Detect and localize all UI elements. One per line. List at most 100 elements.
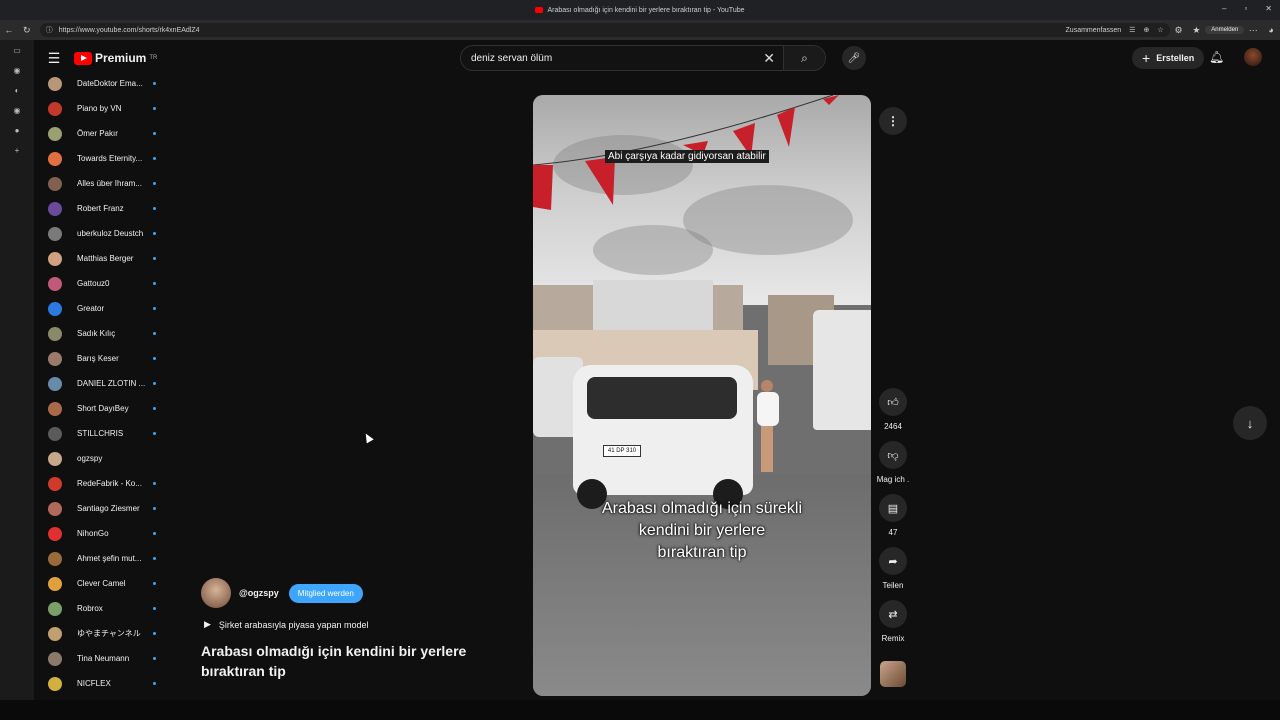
search-icon: ⌕ <box>801 50 808 65</box>
shorts-player[interactable]: 41 DP 310 Abi çarşıya kadar gidiyorsan a… <box>533 95 871 696</box>
sidebar-item-label: Barış Keser <box>77 354 119 363</box>
sidebar-item[interactable]: Piano by VN <box>34 96 164 121</box>
sidebar-item-label: Greator <box>77 304 105 313</box>
comment-action: ▤ 47 <box>879 494 907 537</box>
sidebar-item[interactable]: STILLCHRIS <box>34 421 164 446</box>
sidebar-item[interactable]: NihonGo <box>34 521 164 546</box>
sidebar-item-label: Gattouz0 <box>77 279 110 288</box>
sidebar-item[interactable]: Robrox <box>34 596 164 621</box>
sidebar-item[interactable]: Santiago Ziesmer <box>34 496 164 521</box>
sidebar-item[interactable]: ゆやまチャンネル <box>34 621 164 646</box>
favorites-bar-icon[interactable]: ★ <box>1187 25 1205 36</box>
audio-icon[interactable]: ◐ <box>11 84 23 96</box>
more-options-button[interactable]: ⋮ <box>879 107 907 135</box>
channel-avatar[interactable] <box>201 578 231 608</box>
sidebar-item[interactable]: NICFLEX <box>34 671 164 696</box>
extensions-icon[interactable]: ⚙ <box>1170 25 1188 36</box>
sidebar-item-label: Tina Neumann <box>77 654 130 663</box>
video-title: Arabası olmadığı için kendini bir yerler… <box>201 643 467 679</box>
channel-avatar <box>48 201 62 216</box>
channel-avatar <box>48 476 62 491</box>
sidebar-item-label: Towards Eternity... <box>77 154 143 163</box>
channel-handle[interactable]: @ogzspy <box>239 588 279 598</box>
back-icon[interactable]: ← <box>0 25 18 35</box>
copilot-icon[interactable]: ◕ <box>1262 25 1280 35</box>
sidebar-item[interactable]: Barış Keser <box>34 346 164 371</box>
sound-thumbnail[interactable] <box>880 661 906 687</box>
zoom-icon[interactable]: ⊕ <box>1143 26 1149 34</box>
next-short-button[interactable]: ↓ <box>1233 406 1267 440</box>
sidebar-item[interactable]: Ömer Pakır <box>34 121 164 146</box>
caption-top: Abi çarşıya kadar gidiyorsan atabilir <box>605 150 769 163</box>
record-icon[interactable]: ◉ <box>11 64 23 76</box>
sidebar-item[interactable]: Ahmet şefin mut... <box>34 546 164 571</box>
like-button[interactable]: 👍︎ <box>879 388 907 416</box>
sidebar-item[interactable]: Alles über Ihram... <box>34 171 164 196</box>
maximize-icon[interactable]: ▫ <box>1244 4 1247 13</box>
create-button[interactable]: + Erstellen <box>1132 47 1205 69</box>
sidebar-item[interactable]: Robert Franz <box>34 196 164 221</box>
add-icon[interactable]: + <box>11 144 23 156</box>
record-icon-2[interactable]: ◉ <box>11 104 23 116</box>
sidebar-item-label: ゆやまチャンネル <box>77 629 141 638</box>
sidebar-item-label: Short DayıBey <box>77 404 129 413</box>
sidebar-item-label: RedeFabrik - Ko... <box>77 479 142 488</box>
site-info-icon[interactable]: ⓘ <box>46 25 53 35</box>
thumb-up-icon: 👍︎ <box>887 396 899 409</box>
like-count: 2464 <box>884 422 902 431</box>
person <box>755 380 783 475</box>
new-content-dot <box>153 657 156 660</box>
caption-main: Arabası olmadığı için sürekli kendini bi… <box>601 500 803 561</box>
sidebar-item[interactable]: DANIEL ZLOTIN ... <box>34 371 164 396</box>
channel-avatar <box>48 401 62 416</box>
sound-row[interactable]: ▶ Şirket arabasıyla piyasa yapan model <box>204 619 369 630</box>
clear-search-icon[interactable]: ✕ <box>763 50 775 67</box>
sidebar-item[interactable]: Tina Neumann <box>34 646 164 671</box>
tabs-icon[interactable]: ▭ <box>11 44 23 56</box>
sidebar-item[interactable]: Clever Camel <box>34 571 164 596</box>
reload-icon[interactable]: ↻ <box>18 25 36 36</box>
new-content-dot <box>153 207 156 210</box>
comment-count: 47 <box>888 528 898 537</box>
account-avatar[interactable] <box>1244 48 1262 66</box>
comments-button[interactable]: ▤ <box>879 494 907 522</box>
white-car: 41 DP 310 <box>573 365 753 509</box>
channel-row: @ogzspy Mitglied werden <box>201 578 363 608</box>
voice-search-button[interactable]: 🎤︎ <box>842 46 866 70</box>
remix-button[interactable]: ⇄ <box>879 600 907 628</box>
new-content-dot <box>153 507 156 510</box>
notifications-bell-icon[interactable]: 🔔︎ <box>1209 50 1224 64</box>
new-content-dot <box>153 432 156 435</box>
mouse-cursor-icon <box>362 431 374 444</box>
new-content-dot <box>153 332 156 335</box>
sidebar-item[interactable]: Gattouz0 <box>34 271 164 296</box>
sidebar-item[interactable]: Greator <box>34 296 164 321</box>
summarize-button[interactable]: Zusammenfassen <box>1066 27 1122 34</box>
signin-button[interactable]: Anmelden <box>1205 26 1245 34</box>
sidebar-item-partial[interactable] <box>34 62 164 71</box>
minimize-icon[interactable]: – <box>1222 4 1226 13</box>
sidebar-item[interactable]: Short DayıBey <box>34 396 164 421</box>
new-content-dot <box>153 307 156 310</box>
sidebar-item[interactable]: uberkuloz Deustch <box>34 221 164 246</box>
sidebar-item[interactable]: ogzspy <box>34 446 164 471</box>
more-browser-icon[interactable]: ⋯ <box>1244 25 1262 36</box>
sidebar-item[interactable]: DateDoktor Ema... <box>34 71 164 96</box>
close-window-icon[interactable]: ✕ <box>1265 4 1272 13</box>
browser-title-bar: Arabası olmadığı için kendini bir yerler… <box>0 0 1280 20</box>
sidebar-item[interactable]: Matthias Berger <box>34 246 164 271</box>
search-button[interactable]: ⌕ <box>783 46 825 70</box>
favorite-icon[interactable]: ☆ <box>1157 26 1163 34</box>
sidebar-item[interactable]: RedeFabrik - Ko... <box>34 471 164 496</box>
browser-side-panel: ▭ ◉ ◐ ◉ ● + <box>0 40 34 700</box>
subscriptions-sidebar: DateDoktor Ema... Piano by VN Ömer Pakır To… <box>34 62 164 700</box>
media-icon[interactable]: ● <box>11 124 23 136</box>
url-field[interactable]: ⓘ https://www.youtube.com/shorts/rk4xnEA… <box>39 23 1170 37</box>
search-input[interactable]: deniz servan ölüm ✕ ⌕ <box>460 45 826 71</box>
join-button[interactable]: Mitglied werden <box>288 583 363 603</box>
dislike-button[interactable]: 👎︎ <box>879 441 907 469</box>
share-button[interactable]: ➦ <box>879 547 907 575</box>
sidebar-item[interactable]: Sadık Kılıç <box>34 321 164 346</box>
sidebar-item[interactable]: Towards Eternity... <box>34 146 164 171</box>
reader-icon[interactable]: ☰ <box>1129 26 1135 34</box>
